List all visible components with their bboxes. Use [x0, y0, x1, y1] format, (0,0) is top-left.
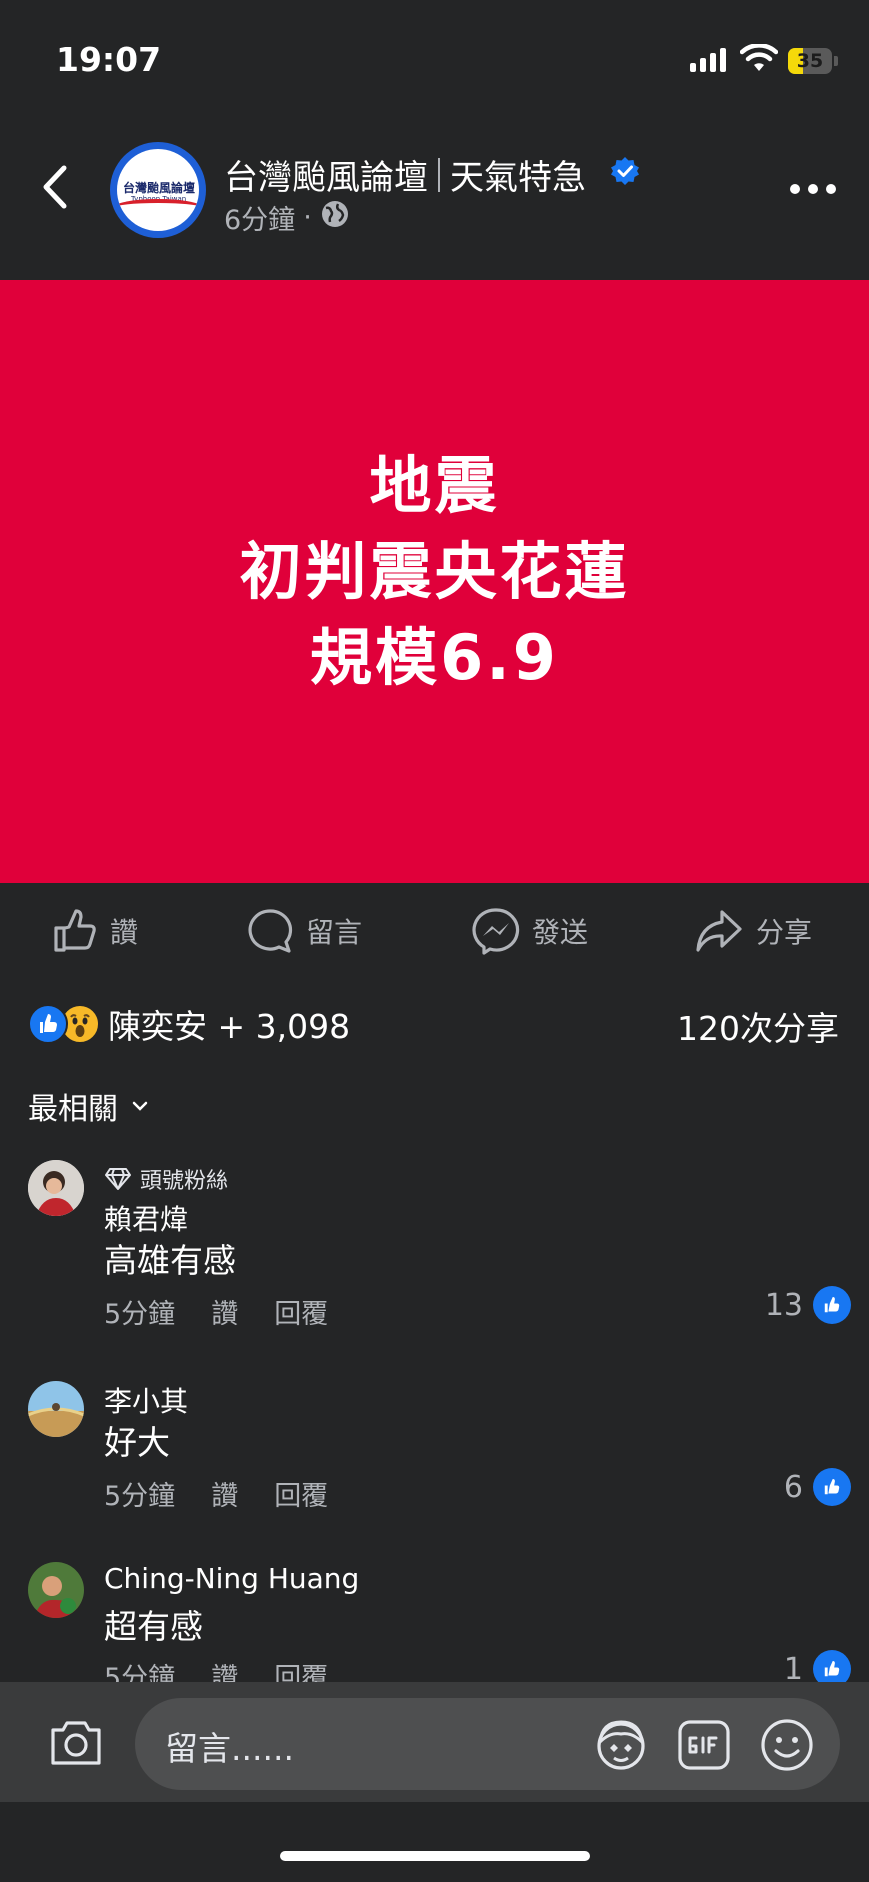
- comment-like-button[interactable]: 讚: [211, 1292, 238, 1331]
- like-button[interactable]: 讚: [52, 903, 138, 959]
- like-icon: [54, 909, 96, 952]
- more-dot-icon: [808, 184, 818, 194]
- share-icon: [696, 910, 742, 952]
- more-dot-icon: [790, 184, 800, 194]
- verified-badge-icon: [610, 156, 640, 190]
- comment-time: 5分鐘: [104, 1481, 176, 1512]
- back-button[interactable]: [36, 162, 76, 212]
- page-name[interactable]: 台灣颱風論壇 天氣特急: [224, 150, 586, 199]
- like-reaction-icon: [813, 1286, 851, 1324]
- gif-button[interactable]: [676, 1716, 732, 1778]
- image-text-line-1: 地震: [369, 448, 500, 522]
- avatar-sticker-button[interactable]: [592, 1716, 650, 1778]
- sort-label: 最相關: [28, 1092, 118, 1127]
- share-button[interactable]: 分享: [694, 903, 812, 959]
- page-name-primary: 台灣颱風論壇: [224, 158, 428, 198]
- home-indicator[interactable]: [280, 1851, 590, 1861]
- cellular-signal-icon: [690, 48, 726, 72]
- like-count: 13: [764, 1287, 803, 1323]
- meta-separator: ·: [303, 202, 312, 233]
- reaction-count: 陳奕安 + 3,098: [108, 1007, 351, 1046]
- gif-icon: [678, 1720, 730, 1770]
- comment-author[interactable]: 賴君煒: [104, 1198, 188, 1238]
- comment-label: 留言: [306, 916, 363, 949]
- post-image[interactable]: 地震 初判震央花蓮 規模6.9: [0, 280, 869, 883]
- public-globe-icon: [320, 199, 350, 236]
- post-time: 6分鐘: [224, 205, 296, 236]
- post-meta: 6分鐘 ·: [224, 198, 350, 237]
- comment-avatar[interactable]: [28, 1562, 84, 1618]
- comment-meta: 5分鐘 讚 回覆: [104, 1474, 328, 1513]
- chevron-left-icon: [43, 165, 67, 209]
- comment-meta: 5分鐘 讚 回覆: [104, 1292, 328, 1331]
- like-reaction-icon: [813, 1468, 851, 1506]
- comment-input-placeholder: 留言......: [165, 1729, 294, 1768]
- name-divider: [438, 157, 440, 192]
- share-count[interactable]: 120次分享: [677, 1002, 839, 1050]
- comment-text: 高雄有感: [104, 1241, 236, 1280]
- comment-text: 好大: [104, 1423, 170, 1462]
- diamond-icon: [105, 1168, 131, 1190]
- comment-like-button[interactable]: 讚: [211, 1474, 238, 1513]
- battery-level: 35: [796, 50, 824, 72]
- comment-author[interactable]: Ching-Ning Huang: [104, 1562, 359, 1595]
- image-text-line-2: 初判震央花蓮: [239, 534, 630, 608]
- comment-reply-button[interactable]: 回覆: [274, 1474, 328, 1513]
- comment-sort-dropdown[interactable]: 最相關: [28, 1084, 148, 1128]
- reactions-summary[interactable]: 陳奕安 + 3,098: [28, 1000, 350, 1048]
- comment-button[interactable]: 留言: [246, 903, 362, 959]
- comment-time: 5分鐘: [104, 1299, 176, 1330]
- avatar-logo-text: 台灣颱風論壇: [123, 181, 196, 195]
- badge-label: 頭號粉絲: [140, 1169, 229, 1194]
- top-fan-badge: 頭號粉絲: [104, 1163, 228, 1195]
- like-label: 讚: [110, 916, 139, 949]
- camera-button[interactable]: [48, 1718, 104, 1772]
- more-options-button[interactable]: [790, 184, 836, 194]
- send-label: 發送: [532, 916, 589, 949]
- comment-text: 超有感: [104, 1607, 203, 1646]
- comment-like-count[interactable]: 13: [765, 1286, 851, 1324]
- comment-avatar[interactable]: [28, 1381, 84, 1437]
- like-count: 6: [783, 1469, 803, 1505]
- battery-icon: 35: [788, 48, 838, 76]
- chevron-down-icon: [132, 1101, 148, 1111]
- emoji-button[interactable]: [758, 1716, 816, 1778]
- comment-like-count[interactable]: 6: [784, 1468, 851, 1506]
- comment-author[interactable]: 李小其: [104, 1380, 188, 1420]
- wifi-icon: [739, 43, 779, 78]
- send-button[interactable]: 發送: [472, 903, 588, 959]
- comment-avatar[interactable]: [28, 1160, 84, 1216]
- more-dot-icon: [826, 184, 836, 194]
- image-text-line-3: 規模6.9: [310, 620, 559, 694]
- status-time: 19:07: [56, 40, 162, 79]
- camera-icon: [51, 1721, 101, 1765]
- comment-icon: [248, 909, 293, 953]
- emoji-icon: [761, 1719, 813, 1771]
- like-reaction-icon: [28, 1004, 68, 1044]
- messenger-icon: [472, 908, 520, 955]
- page-avatar[interactable]: 台灣颱風論壇 Typhoon Taiwan: [110, 142, 206, 238]
- page-name-secondary: 天氣特急: [450, 158, 586, 198]
- share-label: 分享: [756, 916, 813, 949]
- comment-reply-button[interactable]: 回覆: [274, 1292, 328, 1331]
- avatar-sticker-icon: [597, 1720, 645, 1770]
